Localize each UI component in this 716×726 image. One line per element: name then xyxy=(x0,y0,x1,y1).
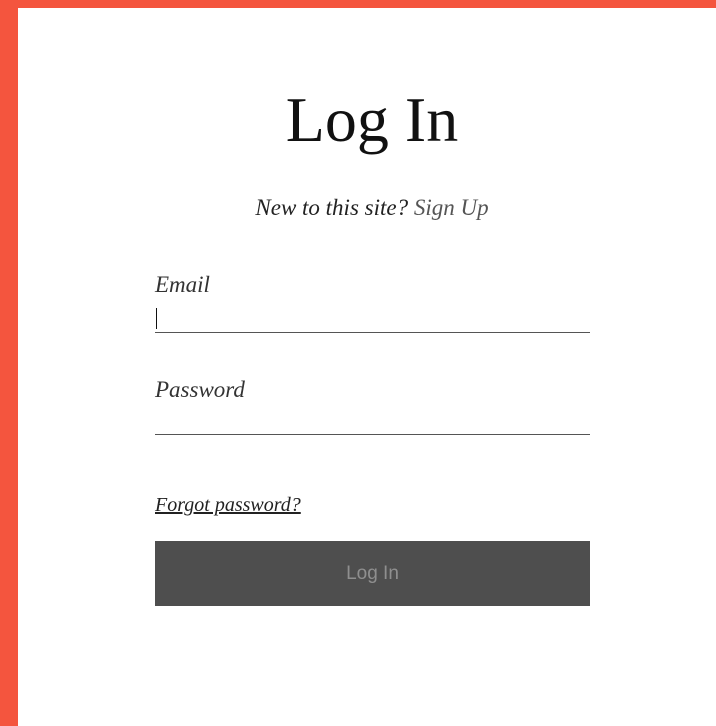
password-field[interactable] xyxy=(155,404,590,435)
page-title: Log In xyxy=(285,84,459,155)
email-label: Email xyxy=(155,272,210,297)
log-in-button[interactable]: Log In xyxy=(155,541,590,606)
signup-prompt: New to this site? Sign Up xyxy=(18,194,716,222)
forgot-password-link[interactable]: Forgot password? xyxy=(155,493,301,517)
email-field[interactable] xyxy=(155,302,590,333)
text-cursor xyxy=(156,308,157,329)
signup-prompt-text: New to this site? xyxy=(255,195,409,220)
sign-up-link[interactable]: Sign Up xyxy=(414,195,489,220)
login-panel: Log In New to this site? Sign Up Email P… xyxy=(18,8,716,726)
password-label: Password xyxy=(155,377,245,402)
